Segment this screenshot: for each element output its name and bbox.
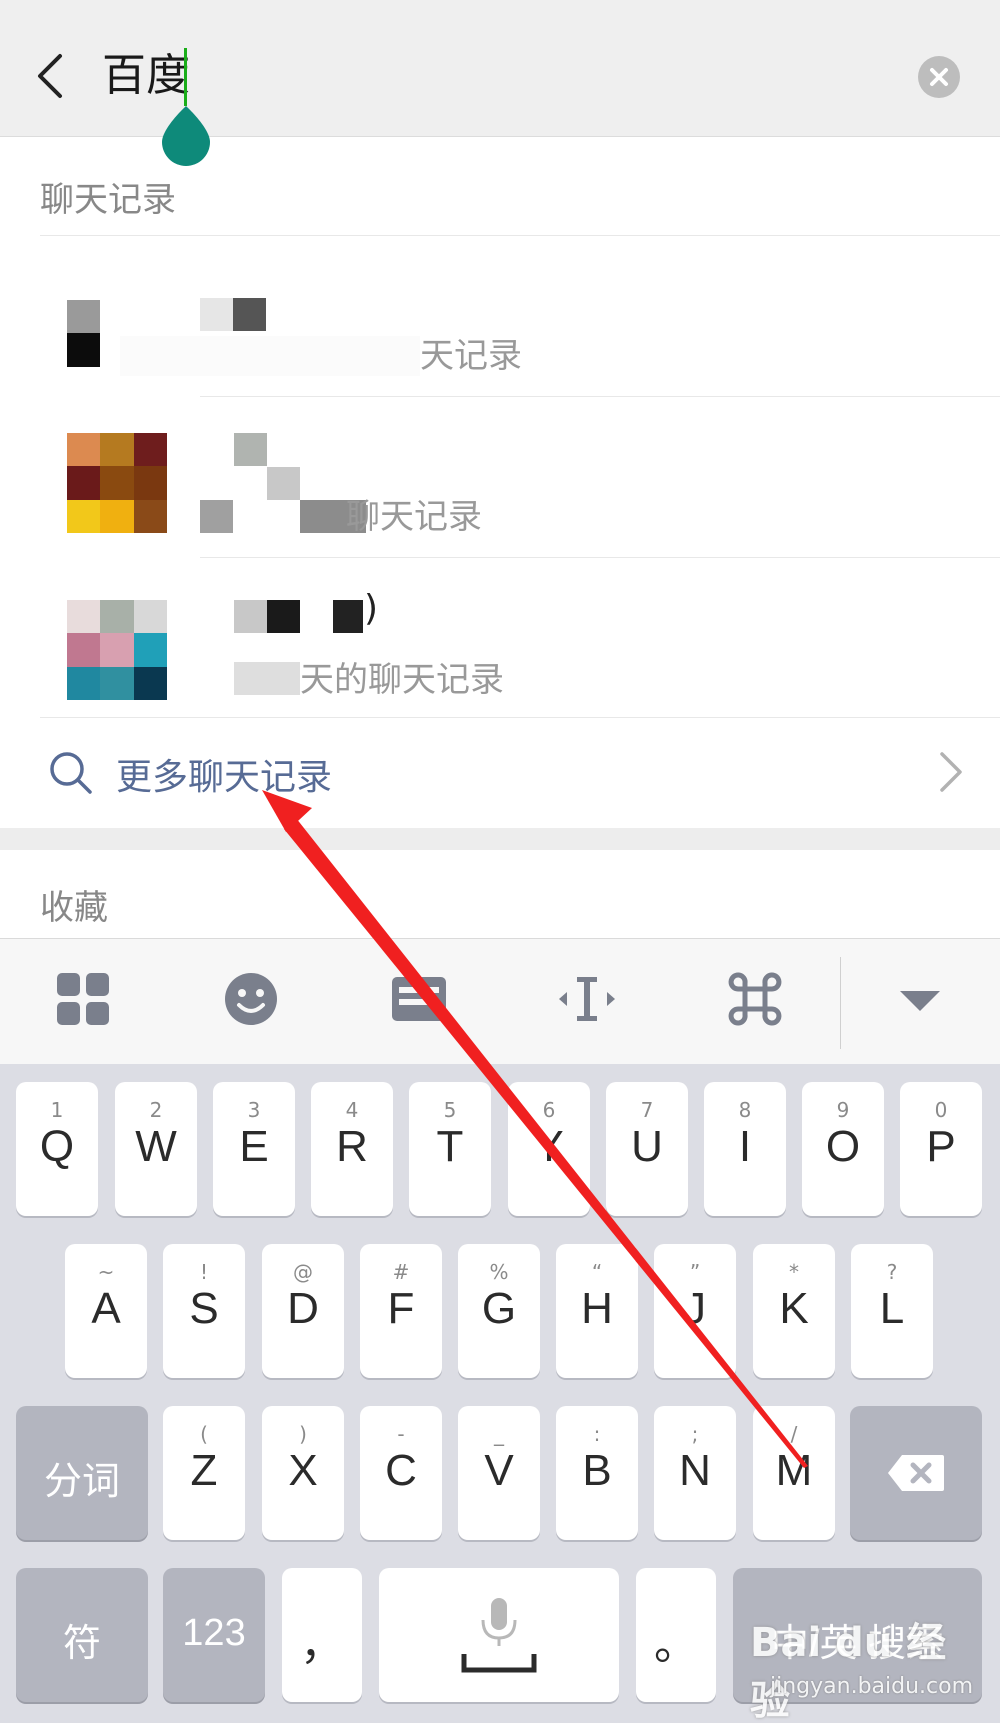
pixelated-name [333,600,363,633]
more-chat-records-label: 更多聊天记录 [116,757,333,798]
chat-result-subtitle: 天记录 [420,336,522,376]
key-m[interactable]: / M [753,1406,835,1540]
pixelated-name [234,600,267,633]
keyboard-toolbar [0,938,1000,1064]
key-i[interactable]: 8I [704,1082,786,1216]
toolbar-separator [840,957,841,1049]
watermark-logo: Bai du 经验 [750,1620,947,1723]
chat-result-item[interactable]: 聊天记录 [0,397,1000,557]
clipboard-icon[interactable] [389,969,449,1029]
comma-key[interactable]: ， [282,1568,362,1702]
search-bar: 百度 [0,0,1000,137]
pixelated-name [233,298,266,331]
avatar [67,600,167,700]
grid-icon[interactable] [53,969,113,1029]
text-caret [184,48,187,106]
section-title-favorites: 收藏 [40,888,108,928]
key-h[interactable]: “H [556,1244,638,1378]
search-input[interactable]: 百度 [102,46,190,106]
section-gap [0,828,1000,850]
chevron-right-icon [940,752,962,792]
clear-icon[interactable] [918,56,960,98]
key-y[interactable]: 6Y [508,1082,590,1216]
pixelated-subtitle [120,336,420,376]
segment-key[interactable]: 分词 [16,1406,148,1540]
key-a[interactable]: ~ A [65,1244,147,1378]
pixelated-subtitle [234,662,300,695]
emoji-icon[interactable] [221,969,281,1029]
key-z[interactable]: (Z [163,1406,245,1540]
microphone-icon [461,1598,537,1673]
key-e[interactable]: 3E [213,1082,295,1216]
key-u[interactable]: 7U [606,1082,688,1216]
pixelated-name [267,467,300,500]
key-j[interactable]: ” J [654,1244,736,1378]
key-g[interactable]: % G [458,1244,540,1378]
caret-handle-icon[interactable] [160,104,212,166]
key-l[interactable]: ? L [851,1244,933,1378]
chat-result-item[interactable]: 天记录 [0,236,1000,400]
chat-result-item[interactable]: ) 天的聊天记录 [0,558,1000,718]
watermark-url: jingyan.baidu.com [770,1674,974,1699]
key-c[interactable]: -C [360,1406,442,1540]
avatar [67,433,167,533]
key-k[interactable]: * K [753,1244,835,1378]
backspace-icon [888,1455,944,1491]
key-r[interactable]: 4R [311,1082,393,1216]
numbers-key[interactable]: 123 [163,1568,265,1702]
backspace-key[interactable] [850,1406,982,1540]
command-icon[interactable] [725,969,785,1029]
back-icon[interactable] [28,48,72,104]
more-chat-records-button[interactable]: 更多聊天记录 [0,718,1000,828]
key-n[interactable]: ; N [654,1406,736,1540]
cursor-icon[interactable] [557,969,617,1029]
watermark: Bai du 经验 jingyan.baidu.com [740,1610,974,1723]
key-d[interactable]: @ D [262,1244,344,1378]
key-q[interactable]: 1Q [16,1082,98,1216]
symbols-key[interactable]: 符 [16,1568,148,1702]
pixelated-name [267,600,300,633]
chat-result-subtitle: 聊天记录 [346,497,482,537]
key-b[interactable]: :B [556,1406,638,1540]
key-v[interactable]: _ V [458,1406,540,1540]
search-icon [50,752,92,794]
space-key[interactable] [379,1568,619,1702]
chat-result-name: ) [364,588,379,629]
pixelated-name [200,298,233,331]
key-p[interactable]: 0P [900,1082,982,1216]
chat-result-subtitle: 天的聊天记录 [300,660,504,700]
key-w[interactable]: 2W [115,1082,197,1216]
key-s[interactable]: ! S [163,1244,245,1378]
pixelated-name [200,500,233,533]
collapse-keyboard-icon[interactable] [890,969,950,1029]
pixelated-name [234,433,267,466]
period-key[interactable]: 。 [636,1568,716,1702]
key-f[interactable]: # F [360,1244,442,1378]
key-x[interactable]: ) X [262,1406,344,1540]
section-title-chat-records: 聊天记录 [40,180,176,220]
key-t[interactable]: 5T [409,1082,491,1216]
key-o[interactable]: 9O [802,1082,884,1216]
